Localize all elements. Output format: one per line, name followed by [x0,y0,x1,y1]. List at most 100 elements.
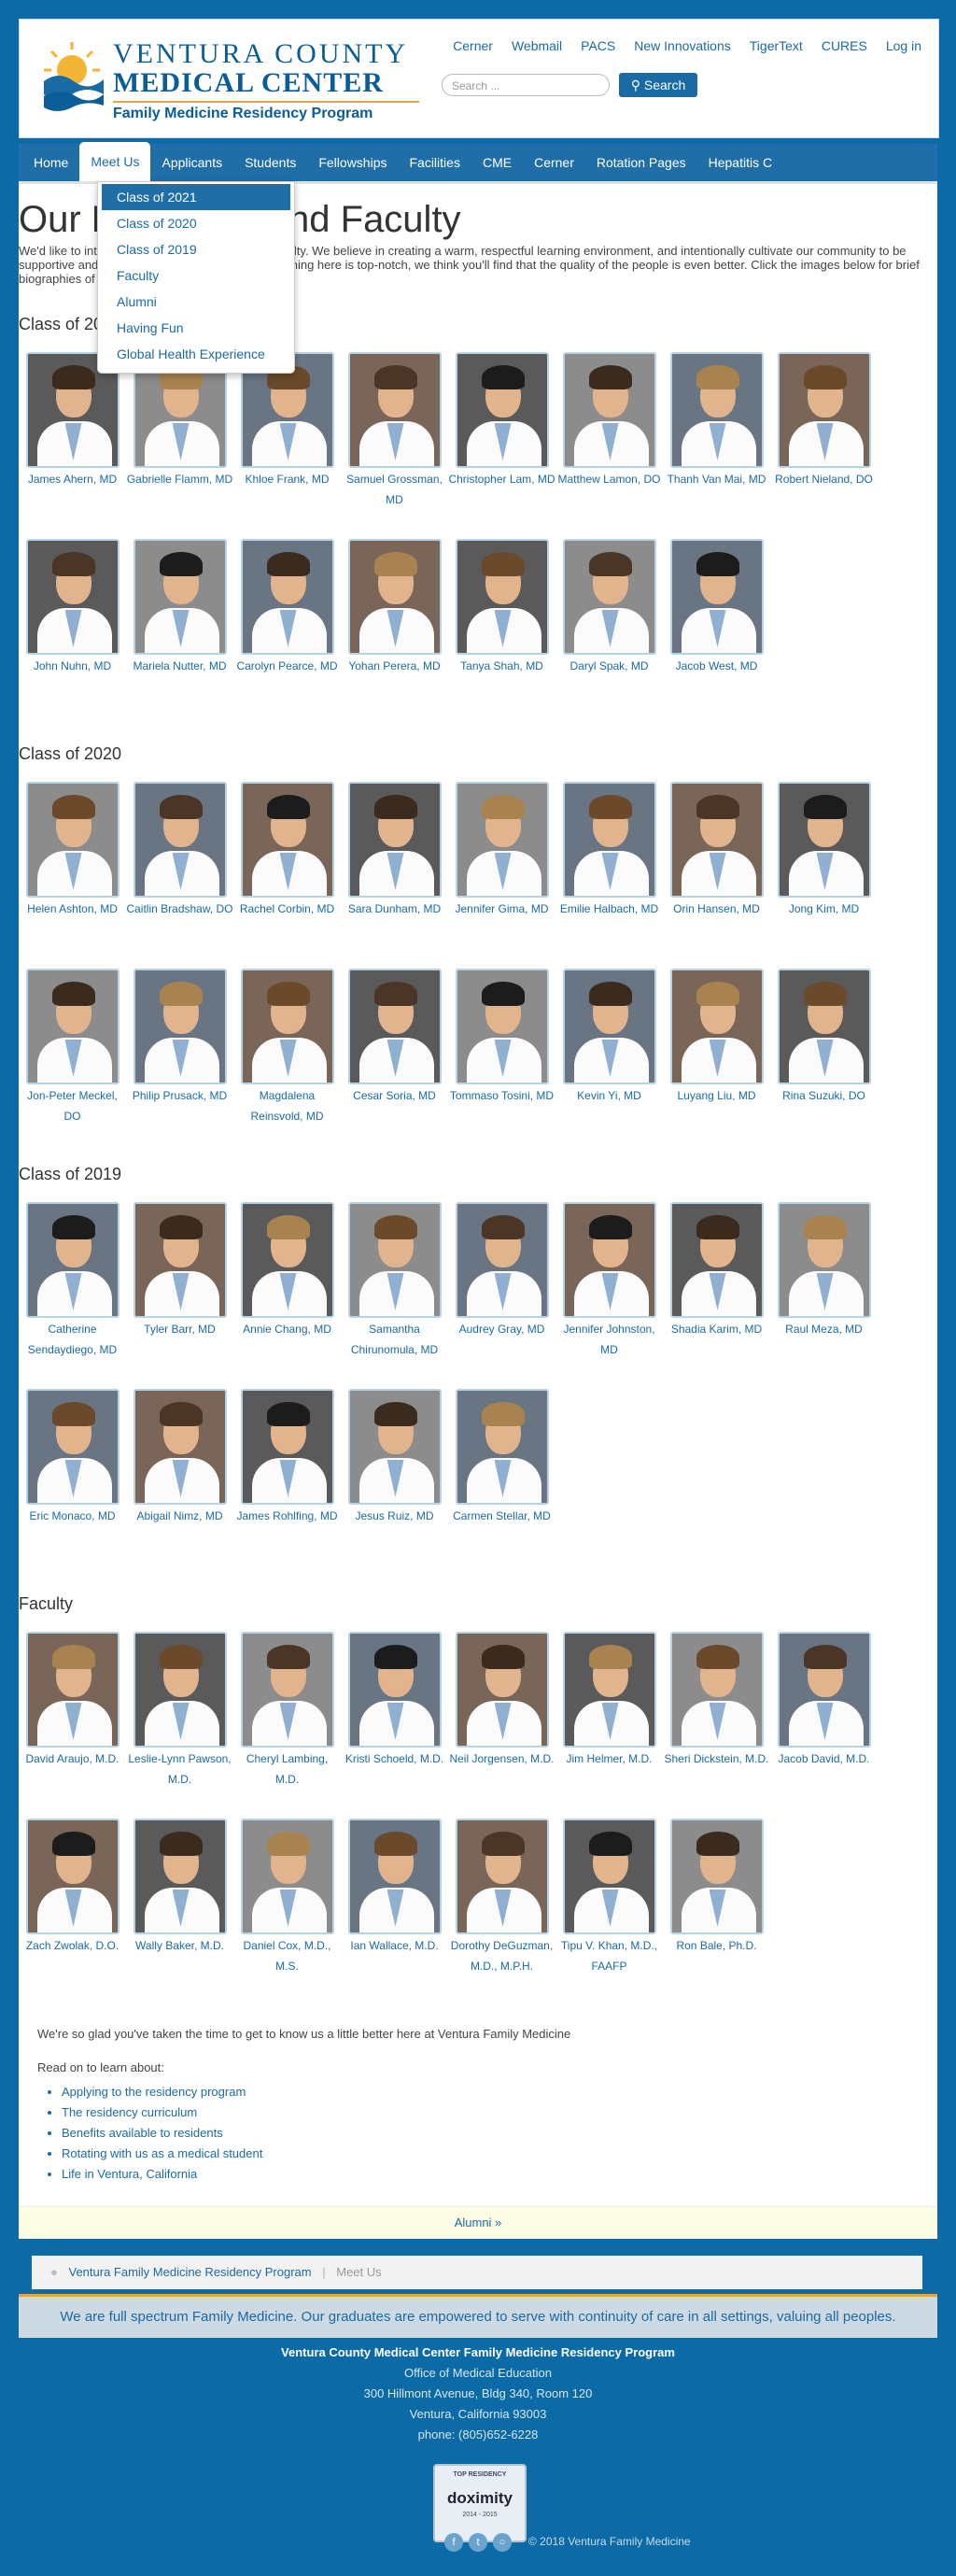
person-photo[interactable] [25,782,120,898]
person-name[interactable]: Catherine Sendaydiego, MD [19,1319,126,1360]
person-card[interactable]: Philip Prusack, MD [126,969,233,1106]
link-curriculum[interactable]: The residency curriculum [62,2102,262,2123]
doximity-badge[interactable]: TOP RESIDENCY doximity 2014 - 2015 [433,2464,527,2542]
person-name[interactable]: Zach Zwolak, D.O. [19,1935,126,1956]
person-photo[interactable] [240,1389,334,1505]
person-photo[interactable] [455,782,549,898]
person-name[interactable]: Annie Chang, MD [233,1319,341,1339]
person-photo[interactable] [777,969,871,1084]
person-photo[interactable] [777,1202,871,1318]
nav-students[interactable]: Students [233,144,307,181]
person-photo[interactable] [669,1202,764,1318]
person-card[interactable]: Christopher Lam, MD [448,352,555,489]
person-photo[interactable] [240,969,334,1084]
person-name[interactable]: Raul Meza, MD [770,1319,878,1339]
person-name[interactable]: Luyang Liu, MD [663,1085,770,1106]
person-photo[interactable] [669,969,764,1084]
person-photo[interactable] [562,539,656,655]
person-card[interactable]: Carolyn Pearce, MD [233,539,341,676]
nav-meet-us[interactable]: Meet Us [79,142,151,181]
person-name[interactable]: Tanya Shah, MD [448,656,555,676]
person-photo[interactable] [455,1389,549,1505]
person-name[interactable]: Leslie-Lynn Pawson, M.D. [126,1748,233,1790]
nav-hepatitis-c[interactable]: Hepatitis C [697,144,783,181]
person-photo[interactable] [669,782,764,898]
person-card[interactable]: Daryl Spak, MD [555,539,663,676]
person-photo[interactable] [455,969,549,1084]
person-name[interactable]: Jesus Ruiz, MD [341,1506,448,1526]
person-card[interactable]: Orin Hansen, MD [663,782,770,919]
person-card[interactable]: Magdalena Reinsvold, MD [233,969,341,1126]
person-name[interactable]: David Araujo, M.D. [19,1748,126,1769]
person-card[interactable]: Caitlin Bradshaw, DO [126,782,233,919]
person-card[interactable]: Catherine Sendaydiego, MD [19,1202,126,1360]
person-photo[interactable] [347,782,442,898]
person-card[interactable]: Jong Kim, MD [770,782,878,919]
person-name[interactable]: Sara Dunham, MD [341,899,448,919]
person-name[interactable]: Jong Kim, MD [770,899,878,919]
person-photo[interactable] [240,1202,334,1318]
person-card[interactable]: Luyang Liu, MD [663,969,770,1106]
person-card[interactable]: Tanya Shah, MD [448,539,555,676]
person-photo[interactable] [25,1632,120,1748]
person-photo[interactable] [25,1389,120,1505]
person-name[interactable]: James Rohlfing, MD [233,1506,341,1526]
person-photo[interactable] [455,539,549,655]
person-photo[interactable] [455,1632,549,1748]
person-card[interactable]: Jacob David, M.D. [770,1632,878,1769]
facebook-icon[interactable]: f [444,2533,463,2552]
person-photo[interactable] [455,1202,549,1318]
person-photo[interactable] [133,782,227,898]
person-card[interactable]: Dorothy DeGuzman, M.D., M.P.H. [448,1819,555,1976]
menu-class-2021[interactable]: Class of 2021 [102,184,290,210]
person-card[interactable]: Ron Bale, Ph.D. [663,1819,770,1956]
person-card[interactable]: Jon-Peter Meckel, DO [19,969,126,1126]
person-card[interactable]: Wally Baker, M.D. [126,1819,233,1956]
person-name[interactable]: Kristi Schoeld, M.D. [341,1748,448,1769]
person-name[interactable]: Tyler Barr, MD [126,1319,233,1339]
person-photo[interactable] [25,539,120,655]
person-name[interactable]: Samuel Grossman, MD [341,469,448,510]
link-applying[interactable]: Applying to the residency program [62,2082,262,2102]
person-card[interactable]: Samuel Grossman, MD [341,352,448,510]
person-photo[interactable] [240,782,334,898]
person-photo[interactable] [347,969,442,1084]
person-photo[interactable] [133,1632,227,1748]
person-photo[interactable] [133,539,227,655]
person-card[interactable]: Samantha Chirunomula, MD [341,1202,448,1360]
person-name[interactable]: Carolyn Pearce, MD [233,656,341,676]
person-card[interactable]: Jesus Ruiz, MD [341,1389,448,1526]
person-name[interactable]: James Ahern, MD [19,469,126,489]
menu-class-2020[interactable]: Class of 2020 [98,210,294,236]
person-card[interactable]: Rachel Corbin, MD [233,782,341,919]
link-cures[interactable]: CURES [822,38,867,53]
person-photo[interactable] [25,1819,120,1934]
person-name[interactable]: Khloe Frank, MD [233,469,341,489]
person-photo[interactable] [669,539,764,655]
person-name[interactable]: Carmen Stellar, MD [448,1506,555,1526]
person-name[interactable]: Samantha Chirunomula, MD [341,1319,448,1360]
person-name[interactable]: Cesar Soria, MD [341,1085,448,1106]
person-photo[interactable] [133,1202,227,1318]
person-card[interactable]: Helen Ashton, MD [19,782,126,919]
person-card[interactable]: Jacob West, MD [663,539,770,676]
nav-cerner[interactable]: Cerner [523,144,585,181]
nav-facilities[interactable]: Facilities [398,144,471,181]
person-card[interactable]: Tipu V. Khan, M.D., FAAFP [555,1819,663,1976]
person-name[interactable]: Dorothy DeGuzman, M.D., M.P.H. [448,1935,555,1976]
person-card[interactable]: Jennifer Johnston, MD [555,1202,663,1360]
breadcrumb-home[interactable]: Ventura Family Medicine Residency Progra… [68,2265,311,2279]
person-card[interactable]: Mariela Nutter, MD [126,539,233,676]
site-logo[interactable]: VENTURA COUNTY MEDICAL CENTER Family Med… [40,36,419,121]
person-card[interactable]: Kristi Schoeld, M.D. [341,1632,448,1769]
instagram-icon[interactable]: ○ [493,2533,512,2552]
person-photo[interactable] [25,1202,120,1318]
person-card[interactable]: Carmen Stellar, MD [448,1389,555,1526]
person-photo[interactable] [562,1202,656,1318]
person-card[interactable]: Rina Suzuki, DO [770,969,878,1106]
person-card[interactable]: Sheri Dickstein, M.D. [663,1632,770,1769]
person-card[interactable]: Matthew Lamon, DO [555,352,663,489]
person-card[interactable]: Tommaso Tosini, MD [448,969,555,1106]
person-name[interactable]: Jim Helmer, M.D. [555,1748,663,1769]
person-card[interactable]: Daniel Cox, M.D., M.S. [233,1819,341,1976]
